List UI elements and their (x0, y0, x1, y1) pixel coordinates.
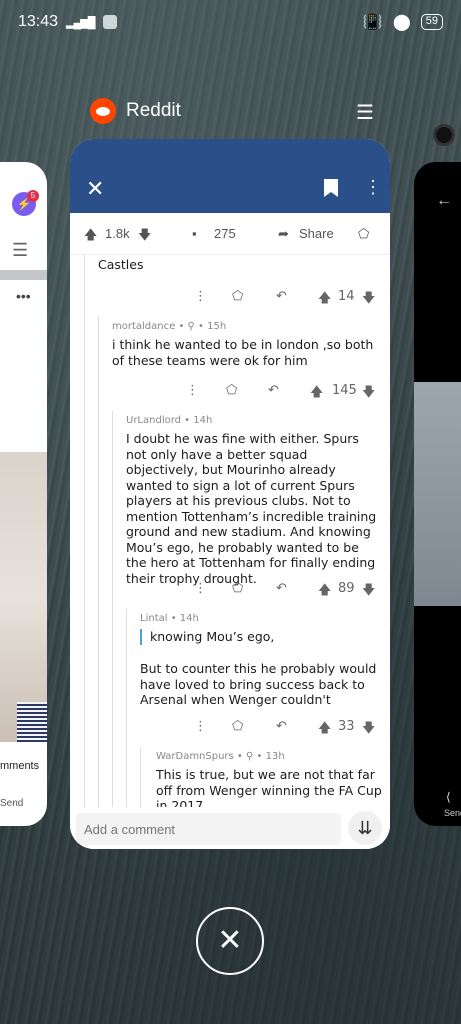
comment-author[interactable]: WarDamnSpurs (156, 751, 234, 762)
vibrate-icon: 📳 (362, 14, 383, 31)
divider (0, 270, 47, 280)
share-button[interactable]: Share (299, 226, 334, 241)
comment-text: But to counter this he probably would ha… (140, 661, 377, 707)
close-icon[interactable]: ✕ (86, 176, 104, 202)
app-header: Reddit (90, 98, 181, 124)
share-icon: ➦ (278, 226, 289, 241)
comment-meta: Lintal • 14h (140, 613, 199, 624)
close-all-apps-button[interactable]: ✕ (196, 907, 264, 975)
downvote-icon[interactable]: 🡇 (362, 383, 375, 405)
photo-preview (414, 382, 461, 606)
reply-icon[interactable]: ↶ (268, 383, 279, 398)
comment-quote: knowing Mou’s ego, (140, 629, 380, 645)
comments-label: mments (0, 760, 40, 772)
comment-text: Castles (98, 257, 144, 272)
upvote-icon[interactable]: 🡅 (318, 719, 331, 741)
comment-author[interactable]: mortaldance (112, 321, 175, 332)
location-icon: ⬤ (392, 14, 411, 31)
comment-meta: UrLandlord • 14h (126, 415, 213, 426)
more-vertical-icon[interactable]: ⋮ (194, 581, 207, 596)
comment-text: i think he wanted to be in london ,so bo… (112, 337, 374, 368)
front-camera (433, 124, 455, 146)
award-icon[interactable]: ⬠ (358, 226, 369, 242)
comment-author[interactable]: UrLandlord (126, 415, 181, 426)
downvote-icon[interactable]: 🡇 (362, 719, 375, 741)
award-icon[interactable]: ⬠ (232, 719, 243, 734)
downvote-icon[interactable]: 🡇 (362, 581, 375, 603)
comment-actions: ⋮ ⬠ ↶ 🡅 14 🡇 (70, 289, 390, 309)
status-bar: 13:43 ▂▄▆█ 📳 ⬤ 59 (0, 0, 461, 44)
post-action-bar: 🡅 1.8k 🡇 ▪ 275 ➦ Share ⬠ (70, 213, 390, 255)
app-title: Reddit (126, 100, 181, 121)
signal-icon: ▂▄▆█ (66, 16, 95, 29)
back-arrow-icon: ← (436, 192, 452, 209)
more-icon: ••• (16, 288, 31, 304)
upvote-icon[interactable]: 🡅 (84, 226, 97, 248)
share-icon: ⟨ (446, 790, 451, 804)
post-toolbar: ✕ ⋮ (70, 139, 390, 213)
comment-time: 13h (265, 751, 285, 762)
comment-author[interactable]: Lintal (140, 613, 168, 624)
upvote-icon[interactable]: 🡅 (310, 383, 323, 405)
upvote-count: 1.8k (105, 226, 130, 241)
more-vertical-icon[interactable]: ⋮ (194, 719, 207, 734)
add-comment-input[interactable] (76, 813, 341, 845)
comment-time: 15h (207, 321, 227, 332)
comment-text: I doubt he was fine with either. Spurs n… (126, 431, 377, 586)
recent-app-card-reddit[interactable]: ✕ ⋮ 🡅 1.8k 🡇 ▪ 275 ➦ Share ⬠ Castles ⋮ ⬠… (70, 139, 390, 849)
comment-actions: ⋮ ⬠ ↶ 🡅 89 🡇 (70, 581, 390, 601)
comment-bar: ⇊ (70, 807, 390, 849)
vote-count: 33 (338, 719, 355, 734)
notification-badge: 5 (27, 190, 39, 202)
reply-icon[interactable]: ↶ (276, 581, 287, 596)
comment-text: This is true, but we are not that far of… (156, 767, 382, 807)
award-icon[interactable]: ⬠ (232, 581, 243, 596)
comment-meta: WarDamnSpurs • ⚲ • 13h (156, 751, 285, 762)
comment-actions: ⋮ ⬠ ↶ 🡅 145 🡇 (70, 383, 390, 403)
reply-icon[interactable]: ↶ (276, 719, 287, 734)
reply-icon[interactable]: ↶ (276, 289, 287, 304)
bookmark-icon[interactable] (324, 179, 338, 197)
comment-count[interactable]: 275 (214, 226, 236, 241)
more-vertical-icon[interactable]: ⋮ (194, 289, 207, 304)
downvote-icon[interactable]: 🡇 (138, 226, 151, 248)
downvote-icon[interactable]: 🡇 (362, 289, 375, 311)
comment-meta: mortaldance • ⚲ • 15h (112, 321, 227, 332)
reddit-logo-icon (90, 98, 116, 124)
comment-thread: Castles ⋮ ⬠ ↶ 🡅 14 🡇 mortaldance • ⚲ • 1… (70, 255, 390, 807)
comment-actions: ⋮ ⬠ ↶ 🡅 33 🡇 (70, 719, 390, 739)
vote-count: 89 (338, 581, 355, 596)
send-label: Send (0, 798, 24, 809)
award-icon[interactable]: ⬠ (226, 383, 237, 398)
comment-time: 14h (179, 613, 199, 624)
upvote-icon[interactable]: 🡅 (318, 581, 331, 603)
share-label: Send (444, 808, 461, 818)
upvote-icon[interactable]: 🡅 (318, 289, 331, 311)
recent-app-card-right[interactable]: ← ⟨ Send (414, 162, 461, 826)
more-vertical-icon[interactable]: ⋮ (364, 177, 382, 198)
award-icon[interactable]: ⬠ (232, 289, 243, 304)
vote-count: 145 (332, 383, 357, 398)
collapse-threads-icon[interactable]: ⇊ (348, 811, 382, 845)
vote-count: 14 (338, 289, 355, 304)
battery-icon: 59 (420, 14, 443, 30)
clock: 13:43 (18, 13, 59, 30)
comment-time: 14h (193, 415, 213, 426)
recent-app-card-left[interactable]: ⚡ 5 ☰ ••• mments Send (0, 162, 47, 826)
menu-icon: ☰ (12, 240, 29, 260)
hamburger-icon[interactable]: ☰ (356, 100, 374, 125)
comment-icon: ▪ (192, 226, 197, 241)
notification-icon (102, 15, 117, 29)
more-vertical-icon[interactable]: ⋮ (186, 383, 199, 398)
post-image (0, 452, 47, 742)
